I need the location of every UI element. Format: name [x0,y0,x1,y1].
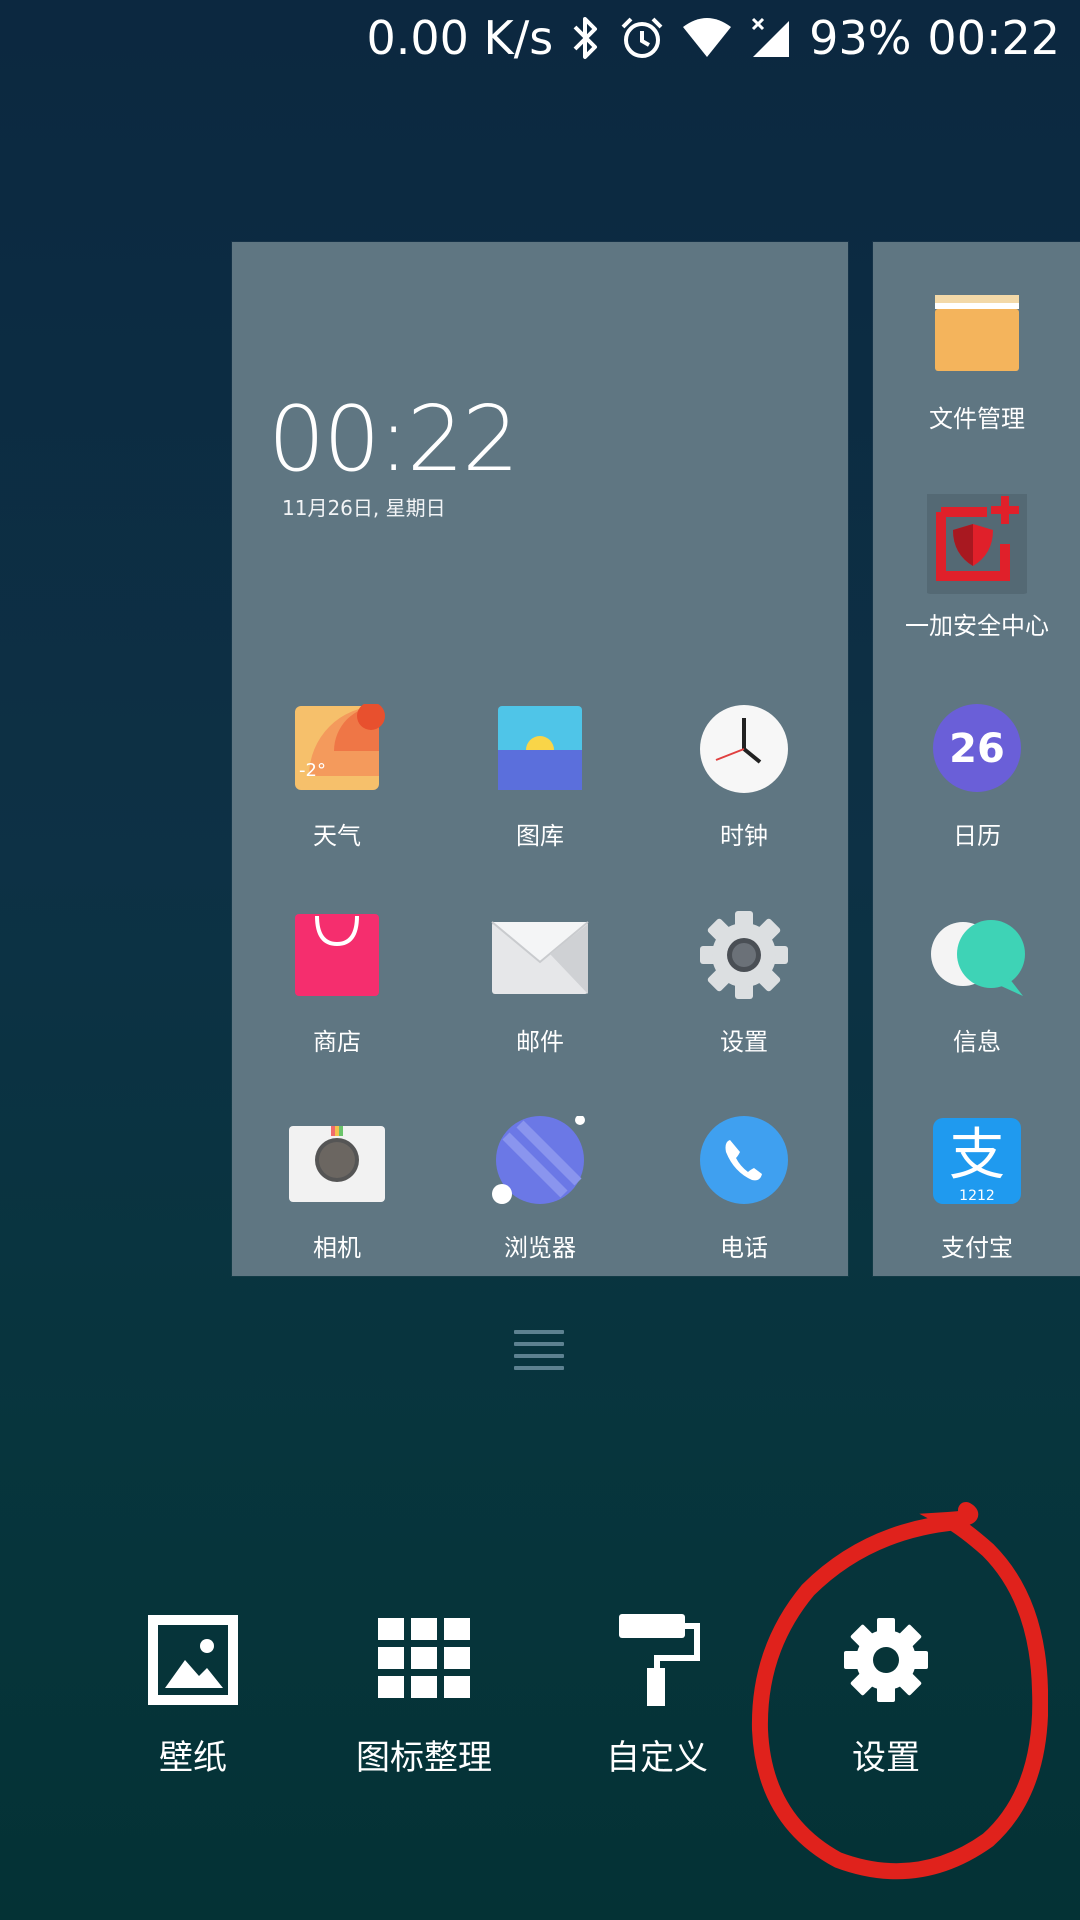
app-label: 日历 [953,822,1001,850]
gear-icon [836,1610,936,1710]
weather-temp: -2° [299,760,326,781]
app-label: 商店 [313,1028,361,1056]
wallpaper-button[interactable]: 壁纸 [83,1610,303,1779]
app-file-manager[interactable]: 文件管理 [887,287,1067,434]
calendar-icon: 26 [927,704,1027,804]
app-alipay[interactable]: 支 1212 支付宝 [887,1116,1067,1263]
customize-label: 自定义 [606,1738,708,1778]
app-browser[interactable]: 浏览器 [450,1115,630,1263]
app-label: 时钟 [720,822,768,850]
app-label: 支付宝 [941,1234,1013,1262]
app-label: 文件管理 [929,405,1025,433]
status-time: 00:22 [927,11,1060,65]
app-calendar[interactable]: 26 日历 [887,704,1067,851]
app-settings[interactable]: 设置 [654,910,834,1057]
app-phone[interactable]: 电话 [654,1116,834,1263]
alipay-badge: 1212 [959,1188,995,1204]
app-label: 电话 [720,1234,768,1262]
home-screen-preview[interactable]: 00:22 11月26日, 星期日 -2° 天气 图库 时钟 商店 邮件 设置 … [232,242,848,1276]
signal-icon [749,15,793,61]
gallery-icon [490,704,590,804]
app-gallery[interactable]: 图库 [450,704,630,851]
browser-icon [490,1115,590,1216]
folder-icon [927,287,1027,387]
app-security-center[interactable]: 一加安全中心 [887,490,1067,641]
alipay-glyph: 支 [949,1123,1005,1188]
grid-icon [374,1610,474,1710]
customize-button[interactable]: 自定义 [547,1610,767,1779]
app-label: 图库 [516,822,564,850]
app-clock[interactable]: 时钟 [654,704,834,851]
clock-icon [694,704,794,804]
app-weather[interactable]: -2° 天气 [247,702,427,851]
app-mail[interactable]: 邮件 [450,910,630,1057]
icon-arrange-button[interactable]: 图标整理 [314,1610,534,1779]
clock-widget-time: 00:22 [268,387,519,492]
calendar-day: 26 [949,726,1005,772]
app-label: 相机 [313,1234,361,1262]
app-label: 信息 [953,1028,1001,1056]
alipay-icon: 支 1212 [927,1116,1027,1216]
app-store[interactable]: 商店 [247,910,427,1057]
wallpaper-icon [143,1610,243,1710]
network-speed: 0.00 K/s [366,11,554,65]
settings-label: 设置 [852,1738,920,1778]
settings-icon [694,910,794,1010]
app-camera[interactable]: 相机 [247,1116,427,1263]
mail-icon [490,910,590,1010]
icon-arrange-label: 图标整理 [356,1738,492,1778]
alarm-icon [619,15,665,61]
wifi-icon [681,15,733,61]
weather-icon: -2° [287,702,387,804]
wallpaper-label: 壁纸 [159,1738,227,1778]
app-label: 设置 [720,1028,768,1056]
store-icon [287,910,387,1010]
drag-handle-icon[interactable] [514,1330,564,1374]
security-center-icon [923,490,1031,594]
status-bar: 0.00 K/s 93% 00:22 [0,0,1080,76]
camera-icon [287,1116,387,1216]
settings-button[interactable]: 设置 [776,1610,996,1779]
paint-roller-icon [607,1610,707,1710]
app-label: 浏览器 [504,1234,576,1262]
clock-widget-date: 11月26日, 星期日 [282,496,446,520]
battery-level: 93% [809,11,912,65]
messages-icon [927,910,1027,1010]
app-label: 天气 [313,822,361,850]
app-messages[interactable]: 信息 [887,910,1067,1057]
bluetooth-icon [569,15,603,61]
app-label: 一加安全中心 [905,612,1049,640]
app-label: 邮件 [516,1028,564,1056]
home-screen-preview-next[interactable]: 文件管理 一加安全中心 26 日历 信息 支 1212 支付宝 [873,242,1080,1276]
phone-icon [694,1116,794,1216]
